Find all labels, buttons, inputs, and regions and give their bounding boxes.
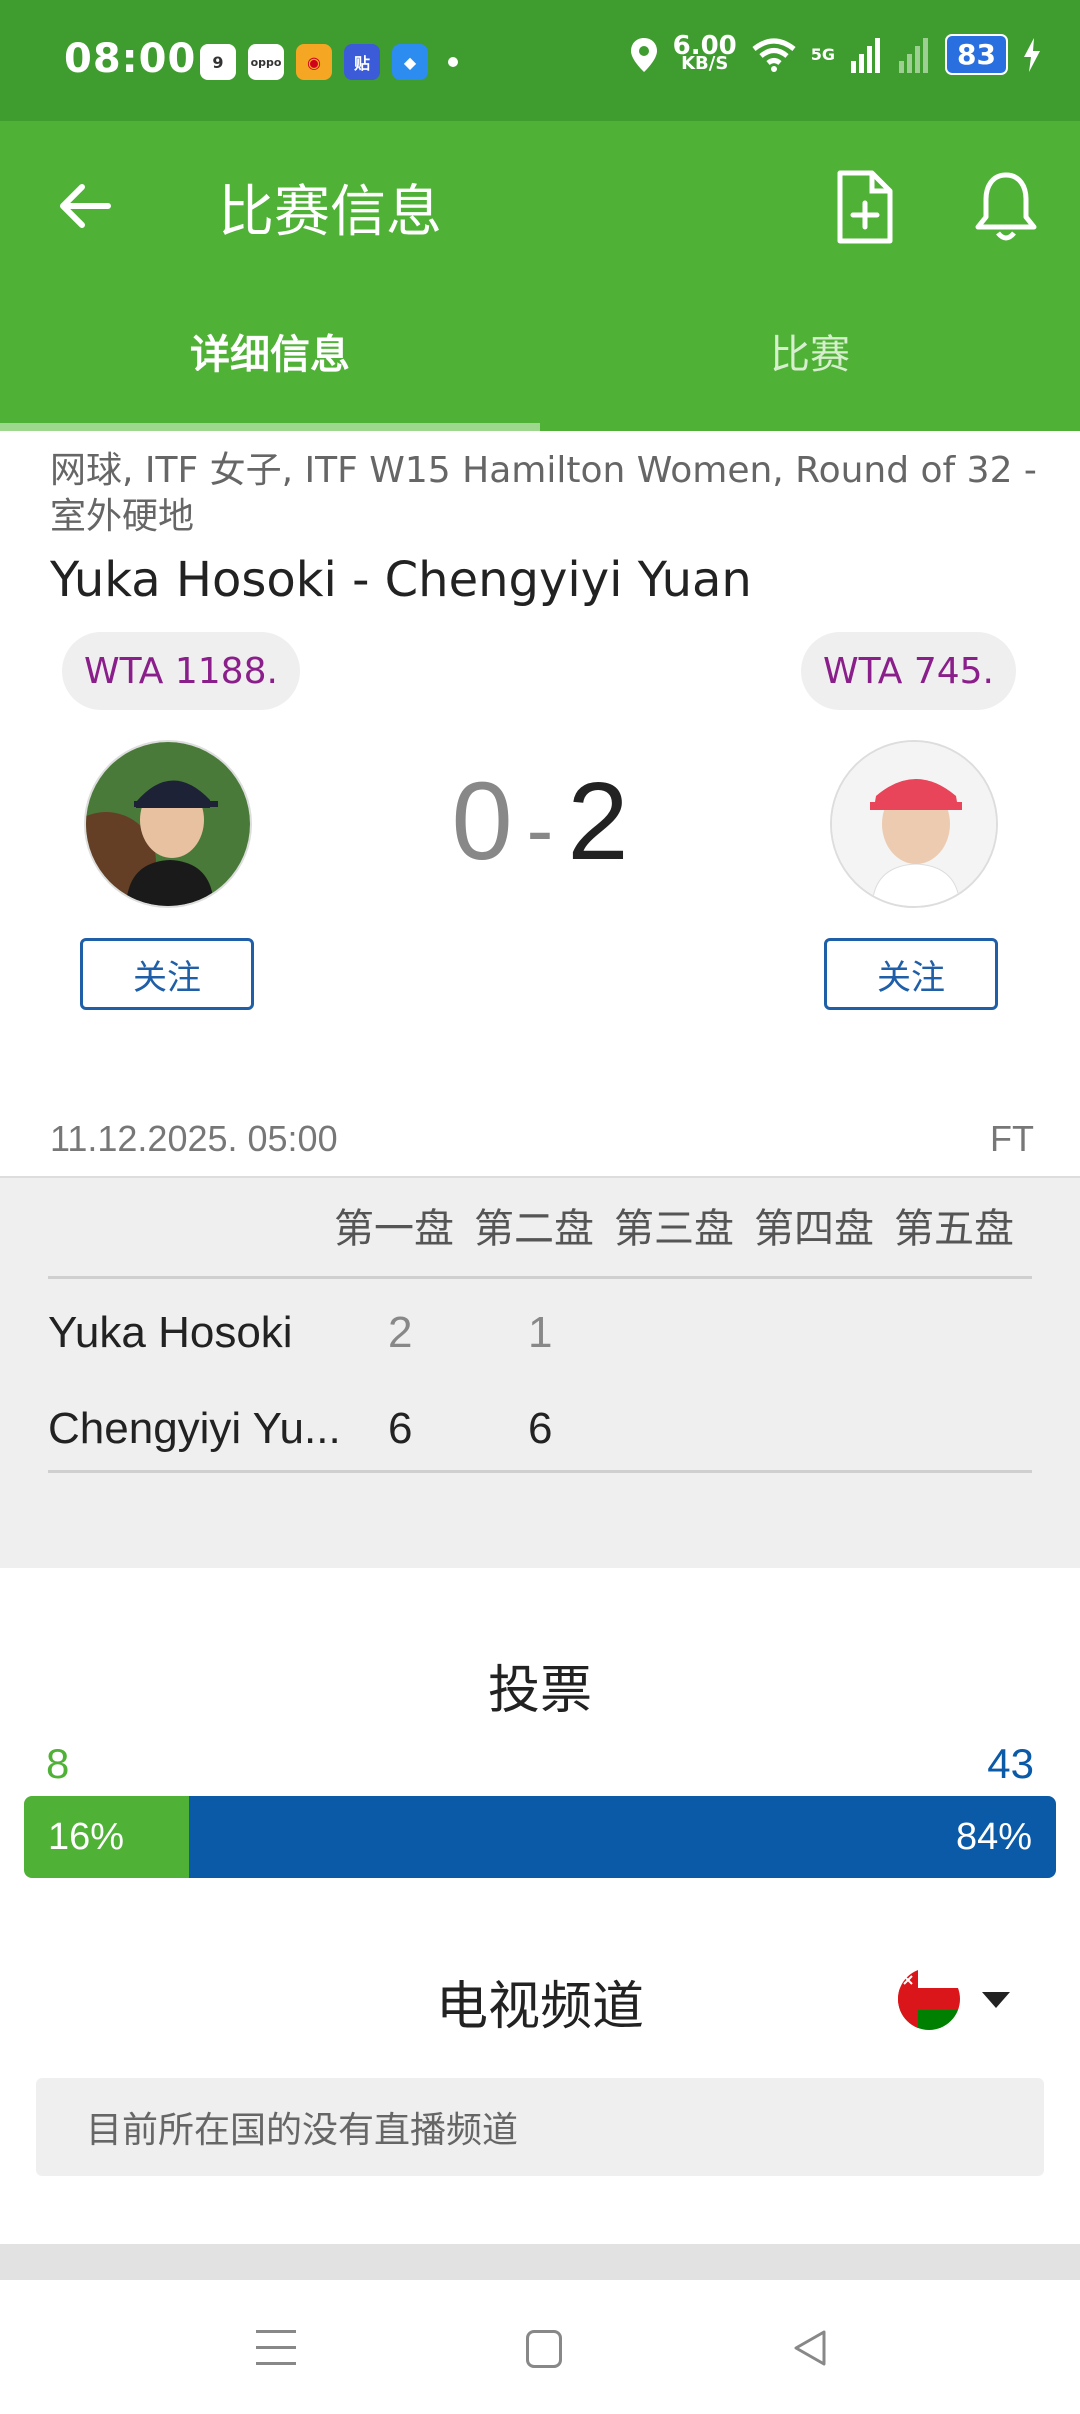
wifi-icon	[752, 38, 796, 72]
tv-channels-message: 目前所在国的没有直播频道	[36, 2078, 1044, 2176]
network-speed: 6.00 KB/S	[672, 30, 737, 74]
match-date-row: 11.12.2025. 05:00 FT	[50, 1118, 1034, 1160]
home-player-rank[interactable]: WTA 1188.	[62, 632, 300, 710]
country-dropdown-caret-icon[interactable]	[982, 1992, 1010, 2008]
charging-bolt-icon	[1024, 37, 1040, 72]
section-divider	[0, 2244, 1080, 2280]
breadcrumb: 网球, ITF 女子, ITF W15 Hamilton Women, Roun…	[50, 450, 1037, 537]
set-scores-table: 第一盘 第二盘 第三盘 第四盘 第五盘 Yuka Hosoki 2 1 Chen…	[0, 1176, 1080, 1568]
signal-strength-icon	[851, 37, 881, 73]
away-vote-percent: 84%	[955, 1815, 1032, 1858]
set-header: 第三盘	[614, 1206, 734, 1252]
vote-counts: 8 43	[46, 1740, 1034, 1788]
set-header: 第四盘	[754, 1206, 874, 1252]
status-time: 08:00	[64, 36, 197, 82]
add-document-icon[interactable]	[830, 167, 900, 247]
home-score: 0	[451, 760, 513, 883]
signal-strength-sim2-icon	[899, 37, 929, 73]
network-type-label: 5G	[810, 45, 836, 64]
app-bar: 比赛信息	[0, 121, 1080, 291]
tieba-notification-icon: 贴	[344, 44, 380, 80]
player-name: Chengyiyi Yu...	[48, 1404, 341, 1453]
match-score: 0-2	[420, 758, 660, 885]
set-score: 6	[528, 1404, 553, 1453]
set-score: 2	[388, 1308, 413, 1357]
away-vote-segment[interactable]: 84%	[189, 1796, 1056, 1878]
follow-away-button[interactable]: 关注	[824, 938, 998, 1010]
browser-notification-icon: ◆	[392, 44, 428, 80]
status-bar: 08:00 9 oppo ◉ 贴 ◆ 6.00 KB/S 5G 83	[0, 0, 1080, 121]
set-header: 第一盘	[334, 1206, 454, 1252]
notification-icons: 9 oppo ◉ 贴 ◆	[200, 44, 458, 80]
oppo-notification-icon: oppo	[248, 44, 284, 80]
table-row: Yuka Hosoki 2 1	[48, 1288, 1032, 1378]
bell-icon[interactable]	[970, 167, 1042, 247]
calendar-notification-icon: 9	[200, 44, 236, 80]
set-score: 6	[388, 1404, 413, 1453]
menu-icon[interactable]	[256, 2330, 296, 2366]
away-vote-count: 43	[987, 1740, 1034, 1787]
home-vote-segment[interactable]: 16%	[24, 1796, 189, 1878]
away-score: 2	[567, 760, 629, 883]
more-notifications-dot-icon	[448, 57, 458, 67]
away-player-rank[interactable]: WTA 745.	[800, 632, 1016, 710]
set-header: 第二盘	[474, 1206, 594, 1252]
divider	[48, 1470, 1032, 1473]
follow-home-button[interactable]: 关注	[80, 938, 254, 1010]
divider	[48, 1276, 1032, 1279]
home-player-avatar[interactable]	[84, 740, 252, 908]
home-vote-percent: 16%	[48, 1815, 125, 1858]
set-headers: 第一盘 第二盘 第三盘 第四盘 第五盘	[334, 1196, 1034, 1254]
weibo-notification-icon: ◉	[296, 44, 332, 80]
location-icon	[630, 37, 657, 72]
back-icon[interactable]	[790, 2328, 830, 2368]
vote-bar[interactable]: 16% 84%	[24, 1796, 1056, 1878]
match-date: 11.12.2025. 05:00	[50, 1118, 338, 1159]
home-vote-count: 8	[46, 1740, 70, 1787]
tab-bar: 详细信息 比赛	[0, 291, 1080, 431]
back-arrow-icon[interactable]	[50, 171, 120, 241]
away-player-avatar[interactable]	[830, 740, 998, 908]
home-icon[interactable]	[526, 2330, 562, 2368]
system-navigation-bar	[0, 2280, 1080, 2414]
player-name: Yuka Hosoki	[48, 1308, 293, 1357]
page-title: 比赛信息	[218, 180, 442, 245]
vote-title: 投票	[487, 1661, 592, 1721]
score-separator: -	[526, 784, 554, 874]
match-title: Yuka Hosoki - Chengyiyi Yuan	[50, 552, 752, 608]
tab-match[interactable]: 比赛	[540, 291, 1080, 431]
oman-flag-icon[interactable]	[898, 1968, 960, 2030]
set-score: 1	[528, 1308, 553, 1357]
set-header: 第五盘	[894, 1206, 1014, 1252]
tab-details[interactable]: 详细信息	[0, 291, 540, 431]
system-icons: 6.00 KB/S 5G 83	[629, 30, 1042, 75]
table-row: Chengyiyi Yu... 6 6	[48, 1384, 1032, 1474]
match-status: FT	[990, 1118, 1034, 1159]
battery-level: 83	[945, 34, 1008, 75]
